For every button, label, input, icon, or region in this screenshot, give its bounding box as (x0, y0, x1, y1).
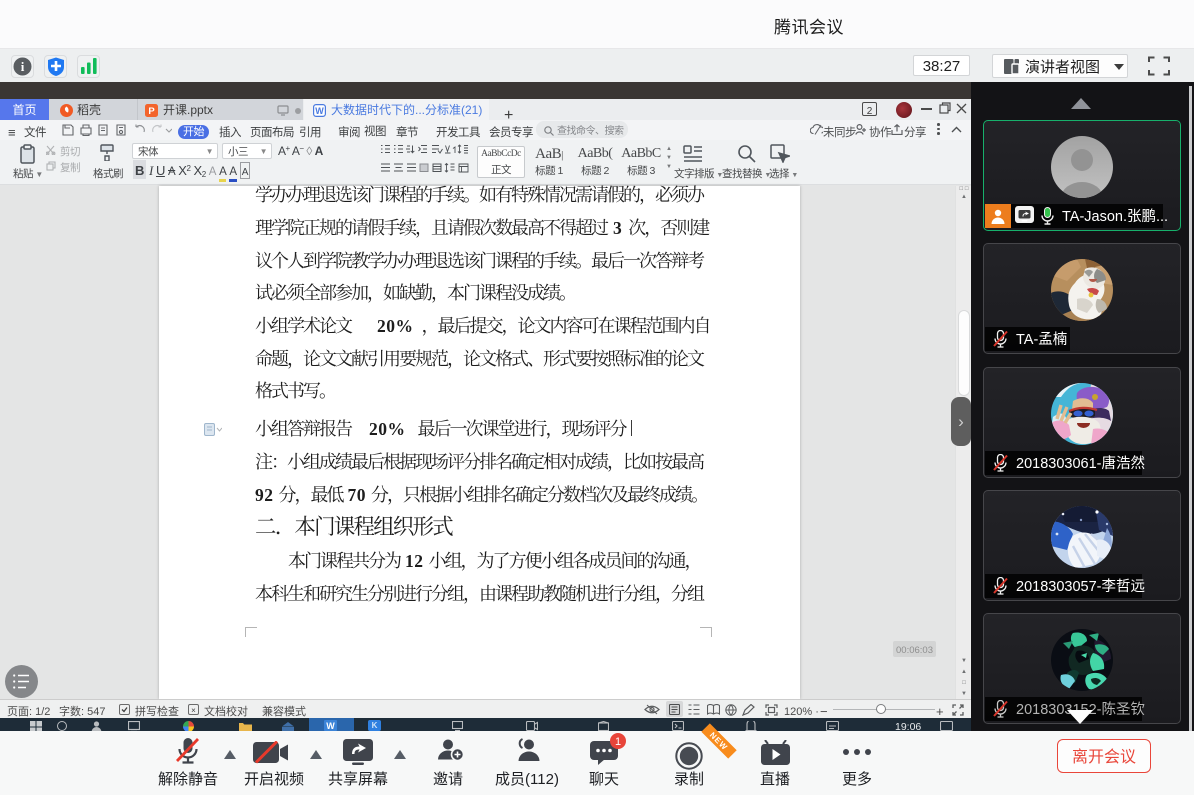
svg-text:W: W (315, 104, 324, 117)
svg-text:P: P (148, 104, 155, 117)
svg-text:i: i (21, 59, 25, 74)
